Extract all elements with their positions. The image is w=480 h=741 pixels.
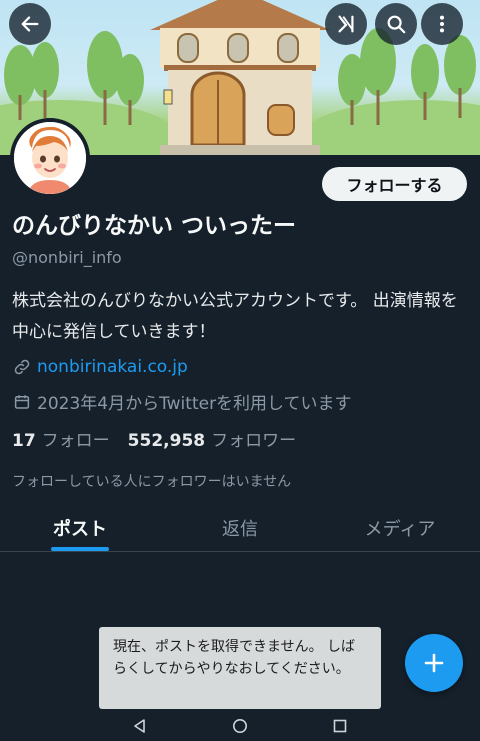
avatar[interactable] [10,118,90,198]
plus-icon [424,653,444,673]
system-navigation-bar [0,711,480,741]
website-link[interactable]: nonbirinakai.co.jp [37,357,188,377]
following-count: 17 [12,431,36,451]
followers-link[interactable]: 552,958 フォロワー [128,426,296,451]
profile-bio: 株式会社のんびりなかい公式アカウントです。 出演情報を中心に発信していきます！ [12,291,458,342]
arrow-left-icon [21,16,39,32]
joined-row: 2023年4月からTwitterを利用しています [12,389,352,414]
tab-replies[interactable]: 返信 [160,504,320,551]
avatar-illustration [14,122,86,194]
back-button[interactable] [9,3,51,45]
grok-button[interactable] [325,3,367,45]
more-vertical-icon [439,15,445,33]
follow-button[interactable]: フォローする [322,167,467,201]
tab-media[interactable]: メディア [320,504,480,551]
user-handle: @nonbiri_info [12,248,122,267]
profile-tabs: ポスト 返信 メディア [0,504,480,552]
followers-you-know-note: フォローしている人にフォロワーはいません [12,474,292,490]
more-button[interactable] [421,3,463,45]
following-label: フォロー [41,431,110,451]
system-recents-button[interactable] [290,711,390,741]
system-back-button[interactable] [90,711,190,741]
triangle-back-icon [134,719,145,733]
link-icon [12,357,32,377]
search-button[interactable] [375,3,417,45]
grok-icon [338,15,354,33]
website-row: nonbirinakai.co.jp [12,357,188,377]
circle-home-icon [233,719,247,733]
joined-date: 2023年4月からTwitterを利用しています [37,394,352,414]
display-name: のんびりなかい ついったー [12,213,297,239]
compose-post-button[interactable] [405,634,463,692]
following-link[interactable]: 17 フォロー [12,426,110,451]
calendar-icon [12,392,32,412]
error-toast: 現在、ポストを取得できません。 しばらくしてからやりなおしてください。 [99,627,381,709]
system-home-button[interactable] [190,711,290,741]
followers-count: 552,958 [127,431,206,451]
followers-label: フォロワー [211,431,297,451]
follow-stats: 17 フォロー 552,958 フォロワー [12,426,296,451]
tab-posts[interactable]: ポスト [0,504,160,551]
search-icon [387,15,406,34]
square-recents-icon [333,719,347,733]
